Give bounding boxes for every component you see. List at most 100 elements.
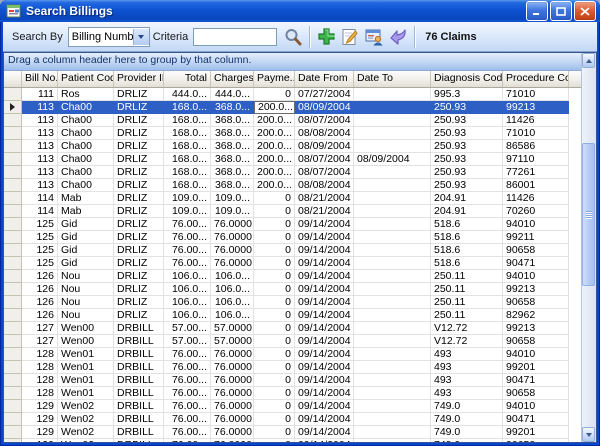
grid-cell-payments[interactable]: 0 xyxy=(254,244,295,257)
grid-cell-patient-code[interactable]: Wen02 xyxy=(58,439,114,442)
grid-cell-procedure-code[interactable]: 86001 xyxy=(503,179,569,192)
grid-cell-payments[interactable]: 0 xyxy=(254,335,295,348)
grid-cell-date-from[interactable]: 09/14/2004 xyxy=(295,283,354,296)
grid-cell-provider-id[interactable]: DRBILL xyxy=(114,400,164,413)
grid-cell-charges[interactable]: 106.0... xyxy=(211,296,254,309)
column-header-patient-code[interactable]: Patient Code xyxy=(58,71,114,87)
grid-cell-total[interactable]: 168.0... xyxy=(164,127,211,140)
grid-cell-diagnosis-code[interactable]: 250.11 xyxy=(431,283,503,296)
grid-cell-total[interactable]: 76.00... xyxy=(164,231,211,244)
grid-cell-date-from[interactable]: 09/14/2004 xyxy=(295,439,354,442)
grid-cell-bill-no[interactable]: 125 xyxy=(22,218,58,231)
row-indicator[interactable] xyxy=(4,88,22,101)
grid-cell-diagnosis-code[interactable]: 250.11 xyxy=(431,296,503,309)
grid-cell-total[interactable]: 76.00... xyxy=(164,413,211,426)
grid-cell-charges[interactable]: 76.0000 xyxy=(211,400,254,413)
grid-cell-date-to[interactable] xyxy=(354,439,431,442)
row-indicator[interactable] xyxy=(4,348,22,361)
table-row[interactable]: 126NouDRLIZ106.0...106.0...009/14/200425… xyxy=(4,283,581,296)
row-indicator[interactable] xyxy=(4,166,22,179)
grid-cell-date-to[interactable] xyxy=(354,322,431,335)
grid-cell-bill-no[interactable]: 127 xyxy=(22,335,58,348)
row-indicator[interactable] xyxy=(4,101,22,114)
column-header-procedure-code[interactable]: Procedure Code xyxy=(503,71,569,87)
grid-cell-patient-code[interactable]: Cha00 xyxy=(58,153,114,166)
grid-cell-payments[interactable]: 0 xyxy=(254,348,295,361)
grid-cell-procedure-code[interactable]: 94010 xyxy=(503,218,569,231)
table-row[interactable]: 129Wen02DRBILL76.00...76.0000009/14/2004… xyxy=(4,439,581,442)
grid-cell-patient-code[interactable]: Wen02 xyxy=(58,400,114,413)
grid-cell-total[interactable]: 106.0... xyxy=(164,270,211,283)
row-indicator[interactable] xyxy=(4,374,22,387)
grid-cell-bill-no[interactable]: 129 xyxy=(22,426,58,439)
table-row[interactable]: 125GidDRLIZ76.00...76.0000009/14/2004518… xyxy=(4,244,581,257)
row-indicator[interactable] xyxy=(4,400,22,413)
grid-cell-total[interactable]: 168.0... xyxy=(164,101,211,114)
grid-cell-diagnosis-code[interactable]: V12.72 xyxy=(431,322,503,335)
grid-cell-provider-id[interactable]: DRLIZ xyxy=(114,153,164,166)
column-header-provider-id[interactable]: Provider ID xyxy=(114,71,164,87)
grid-cell-patient-code[interactable]: Wen01 xyxy=(58,348,114,361)
grid-cell-diagnosis-code[interactable]: 995.3 xyxy=(431,88,503,101)
grid-cell-payments[interactable]: 0 xyxy=(254,231,295,244)
grid-cell-date-from[interactable]: 09/14/2004 xyxy=(295,231,354,244)
grid-cell-procedure-code[interactable]: 82962 xyxy=(503,309,569,322)
column-header-date-from[interactable]: Date From xyxy=(295,71,354,87)
grid-cell-payments[interactable]: 0 xyxy=(254,361,295,374)
table-row[interactable]: 126NouDRLIZ106.0...106.0...009/14/200425… xyxy=(4,309,581,322)
grid-cell-provider-id[interactable]: DRLIZ xyxy=(114,270,164,283)
grid-cell-procedure-code[interactable]: 90658 xyxy=(503,387,569,400)
grid-cell-procedure-code[interactable]: 70260 xyxy=(503,205,569,218)
grid-cell-date-to[interactable] xyxy=(354,244,431,257)
grid-cell-date-from[interactable]: 08/07/2004 xyxy=(295,153,354,166)
column-header-charges[interactable]: Charges xyxy=(211,71,254,87)
grid-cell-procedure-code[interactable]: 11426 xyxy=(503,114,569,127)
column-header-date-to[interactable]: Date To xyxy=(354,71,431,87)
grid-cell-diagnosis-code[interactable]: 250.93 xyxy=(431,153,503,166)
grid-cell-bill-no[interactable]: 128 xyxy=(22,348,58,361)
grid-cell-date-from[interactable]: 09/14/2004 xyxy=(295,296,354,309)
grid-cell-charges[interactable]: 368.0... xyxy=(211,114,254,127)
table-row[interactable]: 128Wen01DRBILL76.00...76.0000009/14/2004… xyxy=(4,387,581,400)
edit-button[interactable] xyxy=(338,25,362,49)
grid-cell-total[interactable]: 106.0... xyxy=(164,296,211,309)
grid-cell-charges[interactable]: 76.0000 xyxy=(211,348,254,361)
grid-cell-provider-id[interactable]: DRBILL xyxy=(114,439,164,442)
row-indicator[interactable] xyxy=(4,361,22,374)
grid-cell-diagnosis-code[interactable]: 250.93 xyxy=(431,127,503,140)
grid-cell-date-from[interactable]: 08/21/2004 xyxy=(295,192,354,205)
row-indicator[interactable] xyxy=(4,413,22,426)
grid-cell-charges[interactable]: 76.0000 xyxy=(211,231,254,244)
grid-cell-patient-code[interactable]: Gid xyxy=(58,257,114,270)
grid-cell-procedure-code[interactable]: 86586 xyxy=(503,140,569,153)
grid-cell-provider-id[interactable]: DRBILL xyxy=(114,322,164,335)
grid-cell-patient-code[interactable]: Ros xyxy=(58,88,114,101)
grid-cell-total[interactable]: 76.00... xyxy=(164,218,211,231)
grid-cell-provider-id[interactable]: DRLIZ xyxy=(114,205,164,218)
grid-cell-date-to[interactable] xyxy=(354,114,431,127)
grid-cell-charges[interactable]: 368.0... xyxy=(211,166,254,179)
grid-cell-procedure-code[interactable]: 71010 xyxy=(503,88,569,101)
grid-cell-date-to[interactable] xyxy=(354,335,431,348)
table-row[interactable]: 114MabDRLIZ109.0...109.0...008/21/200420… xyxy=(4,192,581,205)
grid-cell-date-to[interactable] xyxy=(354,361,431,374)
grid-cell-bill-no[interactable]: 113 xyxy=(22,166,58,179)
grid-cell-charges[interactable]: 76.0000 xyxy=(211,244,254,257)
grid-cell-procedure-code[interactable]: 94010 xyxy=(503,348,569,361)
row-indicator[interactable] xyxy=(4,231,22,244)
grid-cell-date-to[interactable] xyxy=(354,270,431,283)
grid-cell-charges[interactable]: 368.0... xyxy=(211,127,254,140)
grid-cell-date-from[interactable]: 08/09/2004 xyxy=(295,140,354,153)
grid-cell-date-to[interactable] xyxy=(354,166,431,179)
grid-cell-provider-id[interactable]: DRLIZ xyxy=(114,244,164,257)
grid-cell-total[interactable]: 168.0... xyxy=(164,114,211,127)
search-button[interactable] xyxy=(281,25,305,49)
group-by-bar[interactable]: Drag a column header here to group by th… xyxy=(4,53,581,71)
grid-cell-total[interactable]: 168.0... xyxy=(164,166,211,179)
grid-cell-total[interactable]: 106.0... xyxy=(164,283,211,296)
grid-cell-provider-id[interactable]: DRLIZ xyxy=(114,179,164,192)
grid-cell-bill-no[interactable]: 128 xyxy=(22,361,58,374)
grid-cell-charges[interactable]: 106.0... xyxy=(211,309,254,322)
grid-cell-diagnosis-code[interactable]: 250.93 xyxy=(431,179,503,192)
grid-cell-procedure-code[interactable]: 99213 xyxy=(503,101,569,114)
